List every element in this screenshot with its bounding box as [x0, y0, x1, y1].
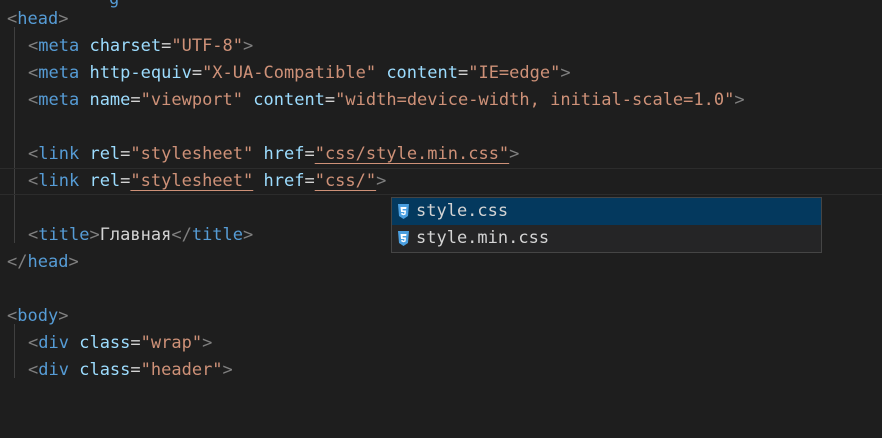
attr-value-link[interactable]: "css/style.min.css": [315, 144, 509, 164]
suggestion-item-style-css[interactable]: style.css: [392, 198, 821, 225]
tag-name: meta: [38, 36, 80, 56]
code-line[interactable]: <meta charset="UTF-8">: [0, 33, 882, 60]
attr-name: href: [263, 144, 305, 164]
code-editor[interactable]: g <head> <meta charset="UTF-8"> <meta ht…: [0, 0, 882, 380]
code-line[interactable]: <body>: [0, 303, 882, 330]
attr-value: "viewport": [140, 90, 244, 110]
css-file-icon: [398, 204, 409, 219]
attr-name: href: [263, 171, 305, 191]
code-line[interactable]: <link rel="stylesheet" href="css/style.m…: [0, 141, 882, 168]
tag-name: div: [38, 360, 69, 380]
attr-value: "IE=edge": [468, 63, 561, 83]
css-file-icon: [398, 231, 409, 246]
tag-name: meta: [38, 63, 80, 83]
suggestion-label: style.css: [416, 201, 509, 221]
title-text: Главная: [99, 225, 172, 245]
attr-name: rel: [89, 171, 121, 191]
code-line[interactable]: </head>: [0, 249, 882, 276]
suggestion-label: style.min.css: [416, 228, 550, 248]
attr-name: name: [89, 90, 131, 110]
attr-value: "width=device-width, initial-scale=1.0": [335, 90, 735, 110]
code-line[interactable]: <meta name="viewport" content="width=dev…: [0, 87, 882, 114]
tag-name: title: [38, 225, 90, 245]
attr-value: "wrap": [140, 333, 203, 353]
attr-value: "UTF-8": [171, 36, 244, 56]
tag-name: body: [17, 306, 59, 326]
tag-name: link: [38, 144, 80, 164]
tag-name: head: [17, 9, 59, 29]
tag-name: head: [27, 252, 69, 272]
tag-name: title: [191, 225, 244, 245]
attr-value: "X-UA-Compatible": [202, 63, 377, 83]
code-line[interactable]: <div class="header">: [0, 357, 882, 384]
autocomplete-dropdown[interactable]: style.css style.min.css: [391, 197, 822, 253]
attr-name: http-equiv: [89, 63, 192, 83]
attr-name: rel: [89, 144, 121, 164]
code-line[interactable]: <div class="wrap">: [0, 330, 882, 357]
attr-name: charset: [89, 36, 162, 56]
suggestion-item-style-min-css[interactable]: style.min.css: [392, 225, 821, 252]
code-line-current[interactable]: <link rel="stylesheet" href="css/">: [0, 168, 882, 195]
attr-value: "stylesheet": [130, 171, 254, 191]
attr-name: class: [79, 360, 131, 380]
tag-name: div: [38, 333, 69, 353]
tag-name: meta: [38, 90, 80, 110]
tag-name: link: [38, 171, 80, 191]
attr-name: content: [253, 90, 325, 110]
attr-value-link[interactable]: "css/": [315, 171, 376, 191]
attr-value: "stylesheet": [130, 144, 254, 164]
code-line[interactable]: <head>: [0, 6, 882, 33]
attr-name: content: [386, 63, 458, 83]
attr-value: "header": [140, 360, 223, 380]
code-line[interactable]: <meta http-equiv="X-UA-Compatible" conte…: [0, 60, 882, 87]
attr-name: class: [79, 333, 131, 353]
